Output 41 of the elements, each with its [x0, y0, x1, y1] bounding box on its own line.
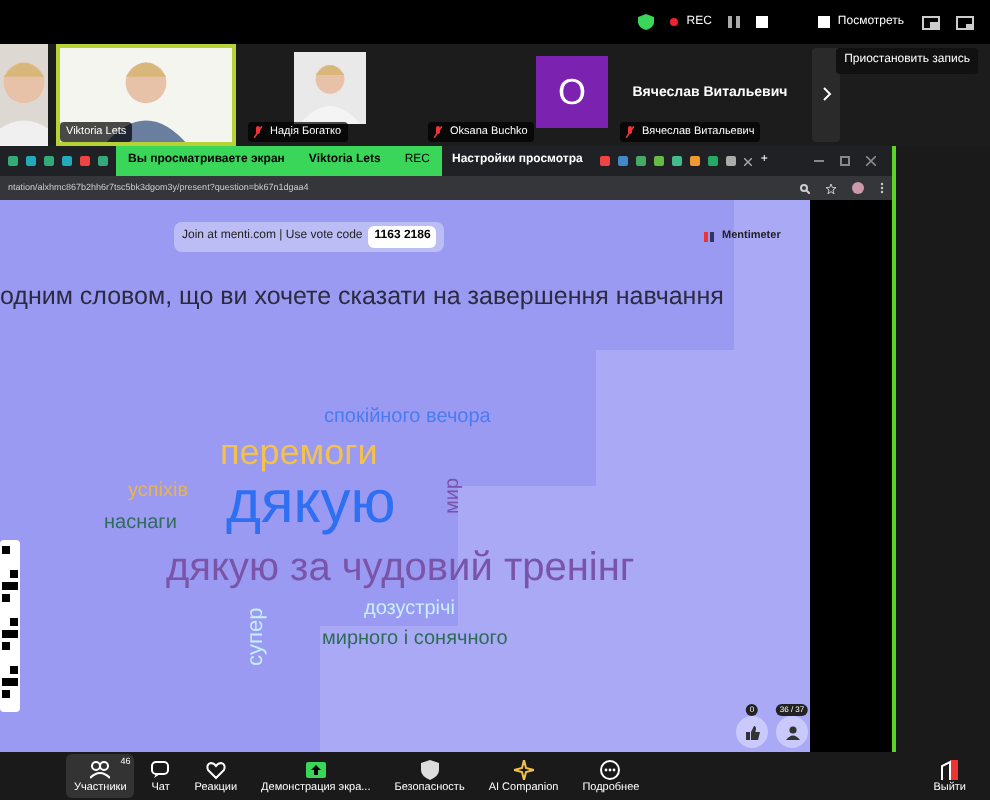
word: мир — [444, 477, 464, 514]
muted-mic-icon — [254, 125, 262, 138]
chat-bubble-icon — [150, 759, 171, 780]
word: успіхів — [128, 482, 189, 502]
door-icon — [939, 759, 960, 780]
minimize-icon[interactable] — [814, 156, 824, 166]
word: мирного і сонячного — [322, 630, 508, 650]
sparkle-icon — [513, 759, 534, 780]
heart-icon — [205, 759, 226, 780]
people-icon — [90, 759, 111, 780]
shield-icon — [419, 759, 440, 780]
chevron-icon — [821, 86, 831, 103]
screen-icon — [817, 16, 830, 28]
muted-mic-icon — [626, 125, 634, 138]
stop-icon[interactable] — [755, 16, 768, 28]
word: дякую — [226, 474, 396, 534]
profile-icon[interactable] — [852, 182, 864, 194]
more-icon — [600, 759, 621, 780]
close-icon[interactable] — [744, 157, 753, 165]
thumbs-up-icon — [745, 725, 759, 739]
shield-icon — [638, 14, 655, 30]
search-icon[interactable] — [800, 183, 810, 193]
avatar: O — [536, 56, 608, 128]
word: супер — [246, 607, 268, 666]
word: дозустрічі — [364, 600, 455, 620]
word: спокійного вечора — [324, 408, 491, 428]
pause-icon[interactable] — [727, 16, 740, 28]
close-icon[interactable] — [866, 156, 876, 166]
word: дякую за чудовий тренінг — [166, 548, 635, 588]
word: наснаги — [104, 514, 177, 534]
share-screen-icon — [305, 759, 326, 780]
maximize-icon[interactable] — [840, 156, 850, 166]
logo-icon — [704, 231, 714, 242]
star-icon[interactable] — [826, 183, 836, 193]
person-icon — [785, 725, 799, 739]
word: перемоги — [220, 434, 378, 470]
window-icon[interactable] — [956, 15, 974, 29]
muted-mic-icon — [434, 125, 442, 138]
question-text: одним словом, що ви хочете сказати на завершення навчання — [0, 280, 724, 314]
window-icon[interactable] — [922, 15, 940, 29]
record-dot-icon — [670, 18, 679, 26]
